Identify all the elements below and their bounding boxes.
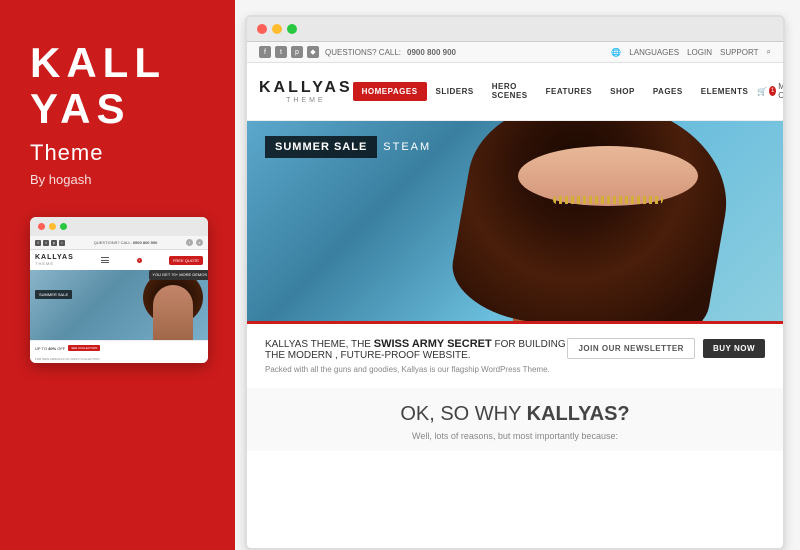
mini-hero-image: SUMMER SALE (30, 270, 208, 340)
mini-you-get-badge: YOU GET 70+ MORE DEMOS (149, 270, 208, 279)
browser-dot-green (287, 24, 297, 34)
site-logo: KALLYAS THEME (259, 79, 353, 104)
topbar-login[interactable]: LOGIN (687, 48, 712, 57)
mini-logo: KALLYAS THEME (35, 254, 74, 266)
mini-dot-red (38, 223, 45, 230)
mini-icon-2: ⌕ (196, 239, 203, 246)
site-topbar-left: f t p ◆ QUESTIONS? CALL: 0900 800 900 (259, 46, 456, 58)
nav-homepages[interactable]: HOMEPAGES (353, 82, 427, 101)
right-panel: f t p ◆ QUESTIONS? CALL: 0900 800 900 🌐 … (235, 0, 800, 550)
info-bar-actions: JOIN OUR NEWSLETTER BUY NOW (567, 338, 765, 359)
nav-features[interactable]: FEATURES (537, 82, 602, 101)
mini-browser-bar (30, 217, 208, 236)
twitter-icon[interactable]: t (275, 46, 287, 58)
facebook-icon[interactable]: f (259, 46, 271, 58)
main-browser-mockup: f t p ◆ QUESTIONS? CALL: 0900 800 900 🌐 … (245, 15, 785, 550)
mini-dot-yellow (49, 223, 56, 230)
mini-browser-content: f t p i QUESTIONS? CALL: 0900 800 900 i … (30, 236, 208, 363)
mini-top-bar: f t p i QUESTIONS? CALL: 0900 800 900 i … (30, 236, 208, 250)
site-logo-sub: THEME (259, 97, 353, 104)
mini-summer-sale: SUMMER SALE (35, 290, 72, 299)
site-nav-right: 🛒 1 MY CART FREEQUOTE YOU GET70+MOREDEMO… (757, 69, 783, 114)
site-nav: KALLYAS THEME HOMEPAGES SLIDERS HERO SCE… (247, 63, 783, 121)
cart-icon: 🛒 (757, 87, 767, 96)
info-bar-sub: Packed with all the guns and goodies, Ka… (265, 365, 567, 374)
site-topbar-right: 🌐 LANGUAGES LOGIN SUPPORT ⌕ (611, 47, 771, 57)
site-topbar: f t p ◆ QUESTIONS? CALL: 0900 800 900 🌐 … (247, 42, 783, 63)
topbar-phone-number: 0900 800 900 (407, 48, 456, 57)
browser-dot-yellow (272, 24, 282, 34)
mini-free-quote: FREE QUOTE (169, 256, 203, 265)
my-cart-label: MY CART (778, 82, 783, 100)
why-subtitle: Well, lots of reasons, but most importan… (265, 431, 765, 441)
mini-cart-badge: 1 (137, 258, 142, 263)
mini-small-text: FOR NEW ARRIVALS OF 2015'S COLLECTION (30, 355, 208, 363)
globe-icon: 🌐 (611, 48, 621, 57)
by-label: By hogash (30, 172, 91, 187)
newsletter-button[interactable]: JOIN OUR NEWSLETTER (567, 338, 695, 359)
browser-dot-red (257, 24, 267, 34)
mini-twitter-icon: t (43, 240, 49, 246)
nav-hero-scenes[interactable]: HERO SCENES (483, 77, 537, 105)
nav-cart[interactable]: 🛒 1 MY CART (757, 82, 783, 100)
cart-badge: 1 (769, 86, 776, 96)
summer-sale-steam: STEAM (383, 141, 431, 153)
mini-pinterest-icon: p (51, 240, 57, 246)
mini-cart-area: 1 (137, 258, 142, 263)
mini-promo-off: UP TO 40% OFF (35, 346, 65, 351)
search-icon[interactable]: ⌕ (767, 47, 771, 57)
nav-pages[interactable]: PAGES (644, 82, 692, 101)
nav-shop[interactable]: SHOP (601, 82, 644, 101)
why-section: OK, SO WHY KALLYAS? Well, lots of reason… (247, 388, 783, 451)
mini-see-collection: SEE COLLECTION (68, 345, 100, 351)
mini-nav: KALLYAS THEME 1 FREE QUOTE (30, 250, 208, 270)
site-nav-items: HOMEPAGES SLIDERS HERO SCENES FEATURES S… (353, 77, 758, 105)
hero-content: SUMMER SALE STEAM UP TO 40% OFF SEE COLL… (247, 121, 783, 321)
mini-right-icons: i ⌕ (186, 239, 203, 246)
info-bar-text: KALLYAS THEME, THE SWISS ARMY SECRET FOR… (265, 338, 567, 374)
mini-facebook-icon: f (35, 240, 41, 246)
why-title: OK, SO WHY KALLYAS? (265, 403, 765, 426)
instagram-icon[interactable]: ◆ (307, 46, 319, 58)
info-bar: KALLYAS THEME, THE SWISS ARMY SECRET FOR… (247, 321, 783, 388)
nav-elements[interactable]: ELEMENTS (692, 82, 758, 101)
hero-summer-sale: SUMMER SALE STEAM (265, 136, 431, 158)
site-logo-main: KALLYAS (259, 79, 353, 97)
logo-text: KALLYAS (30, 40, 166, 132)
topbar-social-icons: f t p ◆ (259, 46, 319, 58)
mini-browser-preview: f t p i QUESTIONS? CALL: 0900 800 900 i … (30, 217, 208, 363)
mini-dot-green (60, 223, 67, 230)
nav-sliders[interactable]: SLIDERS (427, 82, 483, 101)
buy-now-button[interactable]: BUY NOW (703, 339, 765, 358)
topbar-phone-label: QUESTIONS? CALL: (325, 48, 401, 57)
info-bar-main: KALLYAS THEME, THE SWISS ARMY SECRET FOR… (265, 338, 567, 361)
topbar-support[interactable]: SUPPORT (720, 48, 759, 57)
mini-phone-text: QUESTIONS? CALL: 0900 800 900 (94, 240, 158, 245)
browser-body: f t p ◆ QUESTIONS? CALL: 0900 800 900 🌐 … (247, 42, 783, 548)
topbar-languages[interactable]: LANGUAGES (629, 48, 679, 57)
left-panel: KALLYAS Theme By hogash f t p i QUESTION… (0, 0, 235, 550)
site-hero: SUMMER SALE STEAM UP TO 40% OFF SEE COLL… (247, 121, 783, 321)
mini-instagram-icon: i (59, 240, 65, 246)
mini-hamburger-icon (101, 257, 109, 263)
mini-social-icons: f t p i (35, 240, 65, 246)
mini-icon-1: i (186, 239, 193, 246)
browser-titlebar (247, 17, 783, 42)
mini-promo-bar: UP TO 40% OFF SEE COLLECTION (30, 340, 208, 355)
theme-label: Theme (30, 140, 103, 166)
pinterest-icon[interactable]: p (291, 46, 303, 58)
summer-sale-box: SUMMER SALE (265, 136, 377, 158)
